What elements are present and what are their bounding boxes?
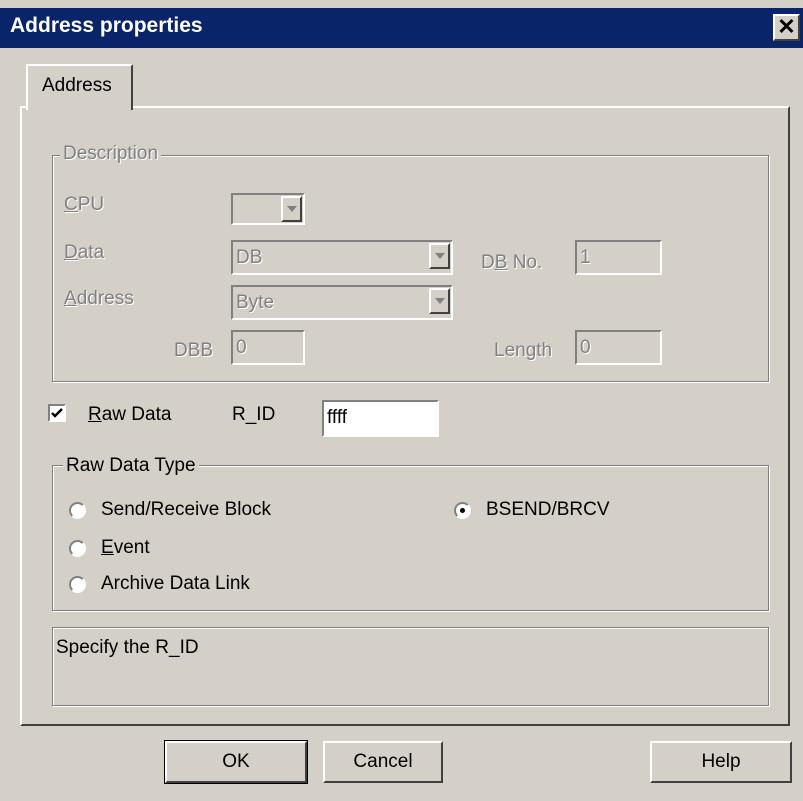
data-dropdown[interactable]: DB [231, 240, 453, 275]
radio-bsend-brcv[interactable] [454, 502, 471, 519]
dbb-label: DBB [174, 340, 214, 361]
dbb-field[interactable]: 0 [231, 330, 305, 365]
data-dropdown-value: DB [236, 247, 263, 268]
event-label: Event [101, 537, 150, 558]
chevron-down-icon[interactable] [281, 196, 302, 222]
cpu-label: CPU [64, 194, 105, 215]
tab-address-label: Address [42, 75, 112, 96]
description-legend: Description [60, 143, 162, 165]
bsend-brcv-label: BSEND/BRCV [486, 499, 610, 520]
radio-archive-data-link[interactable] [69, 576, 86, 593]
address-dropdown-value: Byte [236, 292, 275, 313]
close-icon[interactable]: ✕ [773, 14, 800, 41]
radio-event[interactable] [69, 540, 86, 557]
length-label: Length [494, 340, 553, 361]
tab-address[interactable]: Address [26, 64, 133, 110]
hint-text: Specify the R_ID [56, 637, 199, 658]
data-label: Data [64, 242, 105, 263]
db-no-label: DB No. [481, 252, 543, 273]
address-dropdown[interactable]: Byte [231, 285, 453, 320]
rid-label: R_ID [232, 404, 276, 425]
db-no-field[interactable]: 1 [575, 240, 662, 275]
cancel-button[interactable]: Cancel [323, 741, 443, 783]
cpu-dropdown[interactable] [231, 193, 305, 225]
address-label: Address [64, 288, 134, 309]
chevron-down-icon[interactable] [429, 288, 450, 314]
archive-data-link-label: Archive Data Link [101, 573, 250, 594]
raw-data-checkbox[interactable] [48, 404, 66, 422]
window-title: Address properties [10, 14, 203, 37]
rid-input[interactable]: ffff [322, 400, 439, 437]
raw-data-type-legend: Raw Data Type [63, 455, 199, 477]
raw-data-label: Raw Data [88, 404, 172, 425]
ok-button[interactable]: OK [164, 740, 308, 784]
send-receive-block-label: Send/Receive Block [101, 499, 272, 520]
length-field[interactable]: 0 [575, 330, 662, 365]
radio-send-receive-block[interactable] [69, 502, 86, 519]
checkmark-icon [51, 408, 63, 418]
help-button[interactable]: Help [650, 741, 792, 783]
chevron-down-icon[interactable] [429, 243, 450, 269]
